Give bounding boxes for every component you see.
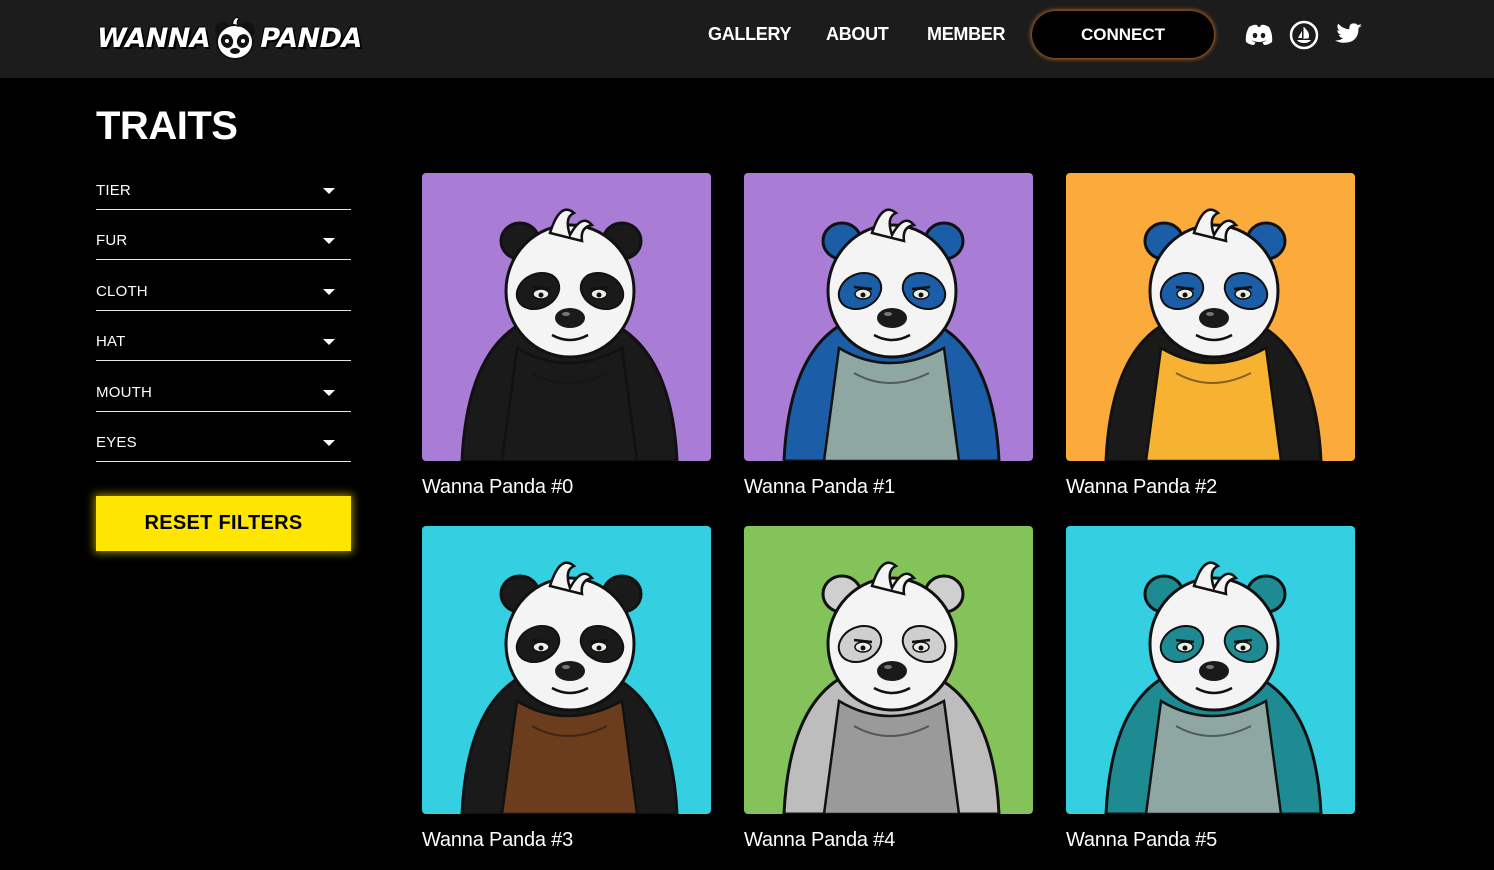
filter-cloth-dropdown[interactable]: CLOTH [96, 273, 351, 311]
caret-down-icon [323, 439, 335, 446]
nft-name: Wanna Panda #5 [1066, 829, 1218, 851]
nav-gallery-link[interactable]: GALLERY [708, 24, 792, 45]
nft-name: Wanna Panda #3 [422, 829, 574, 851]
traits-heading: TRAITS [96, 104, 238, 148]
nav-about-link[interactable]: ABOUT [826, 24, 889, 45]
opensea-icon[interactable] [1289, 20, 1319, 50]
panda-artwork-image [744, 173, 1033, 461]
nft-name: Wanna Panda #4 [744, 829, 896, 851]
twitter-icon[interactable] [1334, 20, 1364, 50]
filter-label: CLOTH [96, 283, 148, 300]
caret-down-icon [323, 389, 335, 396]
wanna-panda-logo[interactable]: WANNA PANDA [97, 8, 362, 68]
filter-eyes-dropdown[interactable]: EYES [96, 424, 351, 462]
panda-artwork-image [422, 173, 711, 461]
caret-down-icon [323, 187, 335, 194]
filter-mouth-dropdown[interactable]: MOUTH [96, 374, 351, 412]
reset-filters-button[interactable]: RESET FILTERS [96, 496, 351, 551]
nav-member-link[interactable]: MEMBER [927, 24, 1006, 45]
nft-name: Wanna Panda #0 [422, 476, 574, 498]
nft-card[interactable]: Wanna Panda #0 [422, 173, 711, 499]
filter-label: TIER [96, 182, 131, 199]
filter-label: MOUTH [96, 384, 152, 401]
filter-label: HAT [96, 333, 126, 350]
filter-label: EYES [96, 434, 137, 451]
nft-card[interactable]: Wanna Panda #1 [744, 173, 1033, 499]
panda-artwork-image [422, 526, 711, 814]
discord-icon[interactable] [1244, 20, 1274, 50]
logo-text-right: PANDA [260, 22, 362, 54]
nft-name: Wanna Panda #1 [744, 476, 896, 498]
caret-down-icon [323, 338, 335, 345]
connect-wallet-button[interactable]: CONNECT [1032, 11, 1214, 58]
nft-name: Wanna Panda #2 [1066, 476, 1218, 498]
caret-down-icon [323, 237, 335, 244]
nft-card[interactable]: Wanna Panda #4 [744, 526, 1033, 852]
nft-card[interactable]: Wanna Panda #3 [422, 526, 711, 852]
nft-card[interactable]: Wanna Panda #2 [1066, 173, 1355, 499]
filter-fur-dropdown[interactable]: FUR [96, 222, 351, 260]
filter-label: FUR [96, 232, 128, 249]
panda-logo-icon [215, 16, 256, 60]
panda-artwork-image [744, 526, 1033, 814]
logo-text-left: WANNA [97, 22, 211, 54]
filter-tier-dropdown[interactable]: TIER [96, 172, 351, 210]
nft-card[interactable]: Wanna Panda #5 [1066, 526, 1355, 852]
filter-hat-dropdown[interactable]: HAT [96, 323, 351, 361]
panda-artwork-image [1066, 526, 1355, 814]
panda-artwork-image [1066, 173, 1355, 461]
top-nav-bar: WANNA PANDA GALLERY ABOUT MEMBER CONNECT [0, 0, 1494, 78]
caret-down-icon [323, 288, 335, 295]
